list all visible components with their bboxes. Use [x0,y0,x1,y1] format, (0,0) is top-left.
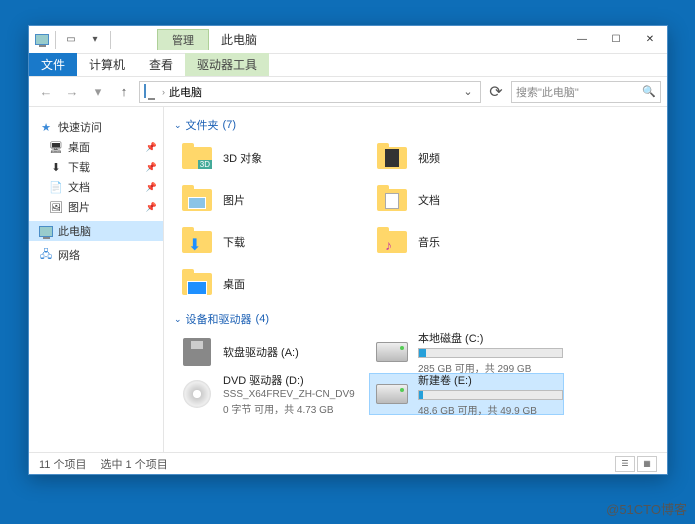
folder-icon: ♪ [374,224,410,260]
explorer-window: ▭ ▾ 管理 此电脑 — ☐ ✕ 文件 计算机 查看 驱动器工具 ← → ▾ ↑… [28,25,668,475]
status-item-count: 11 个项目 [39,456,86,472]
folder-music[interactable]: ♪音乐 [369,221,564,263]
maximize-button[interactable]: ☐ [599,27,633,53]
folder-icon [374,182,410,218]
content-pane: ⌄ 文件夹 (7) 3D3D 对象 视频 图片 文档 ⬇下载 ♪音乐 桌面 ⌄ … [164,107,667,452]
breadcrumb[interactable]: › 此电脑 ⌄ [139,81,481,103]
download-icon: ⬇ [49,160,63,174]
folder-downloads[interactable]: ⬇下载 [174,221,369,263]
address-dropdown-icon[interactable]: ⌄ [460,82,476,102]
desktop-icon: 🖥 [49,140,63,154]
status-bar: 11 个项目 选中 1 个项目 ☰ ▦ [29,452,667,474]
view-details-button[interactable]: ☰ [615,456,635,472]
floppy-icon [179,334,215,370]
folder-documents[interactable]: 文档 [369,179,564,221]
pc-icon [39,224,53,238]
drive-icon [374,376,410,412]
status-selection-count: 选中 1 个项目 [100,456,167,472]
drive-volume-e[interactable]: 新建卷 (E:) 48.6 GB 可用，共 49.9 GB [369,373,564,415]
drive-floppy-a[interactable]: 软盘驱动器 (A:) [174,331,369,373]
dvd-icon [179,376,215,412]
nav-this-pc[interactable]: 此电脑 [29,221,163,241]
tab-file[interactable]: 文件 [29,53,77,76]
folder-icon: 3D [179,140,215,176]
breadcrumb-location[interactable]: 此电脑 [169,84,202,100]
address-bar: ← → ▾ ↑ › 此电脑 ⌄ ⟳ 搜索"此电脑" 🔍 [29,77,667,107]
app-icon [33,31,51,49]
nav-pictures[interactable]: 🖼图片📌 [29,197,163,217]
window-title: 此电脑 [221,31,565,48]
chevron-down-icon: ⌄ [174,314,182,325]
chevron-right-icon[interactable]: › [162,87,165,97]
search-input[interactable]: 搜索"此电脑" 🔍 [511,81,661,103]
folder-3d-objects[interactable]: 3D3D 对象 [174,137,369,179]
nav-downloads[interactable]: ⬇下载📌 [29,157,163,177]
context-tab-manage[interactable]: 管理 [157,29,209,50]
nav-documents[interactable]: 📄文档📌 [29,177,163,197]
search-placeholder: 搜索"此电脑" [516,84,579,100]
group-header-folders[interactable]: ⌄ 文件夹 (7) [174,117,657,133]
star-icon: ★ [39,120,53,134]
pin-icon: 📌 [146,142,157,153]
ribbon-tabs: 文件 计算机 查看 驱动器工具 [29,54,667,77]
folder-icon [179,266,215,302]
nav-network[interactable]: 🖧网络 [29,245,163,265]
tab-view[interactable]: 查看 [137,53,185,76]
nav-quick-access[interactable]: ★快速访问 [29,117,163,137]
folder-desktop[interactable]: 桌面 [174,263,369,305]
nav-desktop[interactable]: 🖥桌面📌 [29,137,163,157]
close-button[interactable]: ✕ [633,27,667,53]
folder-icon [374,140,410,176]
document-icon: 📄 [49,180,63,194]
folder-icon: ⬇ [179,224,215,260]
nav-pane: ★快速访问 🖥桌面📌 ⬇下载📌 📄文档📌 🖼图片📌 此电脑 🖧网络 [29,107,164,452]
up-button[interactable]: ↑ [113,81,135,103]
pin-icon: 📌 [146,202,157,213]
forward-button[interactable]: → [61,81,83,103]
folder-videos[interactable]: 视频 [369,137,564,179]
back-button[interactable]: ← [35,81,57,103]
search-icon[interactable]: 🔍 [642,85,656,98]
tab-computer[interactable]: 计算机 [77,53,137,76]
drive-dvd-d[interactable]: DVD 驱动器 (D:) SSS_X64FREV_ZH-CN_DV9 0 字节 … [174,373,369,415]
usage-bar [418,348,563,358]
minimize-button[interactable]: — [565,27,599,53]
group-header-drives[interactable]: ⌄ 设备和驱动器 (4) [174,311,657,327]
folder-pictures[interactable]: 图片 [174,179,369,221]
refresh-button[interactable]: ⟳ [485,82,507,102]
drive-icon [374,334,410,370]
network-icon: 🖧 [39,248,53,262]
view-tiles-button[interactable]: ▦ [637,456,657,472]
watermark: @51CTO博客 [606,499,687,518]
pc-icon [144,85,158,99]
picture-icon: 🖼 [49,200,63,214]
title-bar: ▭ ▾ 管理 此电脑 — ☐ ✕ [29,26,667,54]
tab-drive-tools[interactable]: 驱动器工具 [185,53,269,76]
chevron-down-icon: ⌄ [174,120,182,131]
folder-icon [179,182,215,218]
recent-dropdown[interactable]: ▾ [87,81,109,103]
pin-icon: 📌 [146,162,157,173]
qat-properties-icon[interactable]: ▭ [60,29,82,51]
qat-dropdown-icon[interactable]: ▾ [84,29,106,51]
usage-bar [418,390,563,400]
drive-local-c[interactable]: 本地磁盘 (C:) 285 GB 可用，共 299 GB [369,331,564,373]
pin-icon: 📌 [146,182,157,193]
